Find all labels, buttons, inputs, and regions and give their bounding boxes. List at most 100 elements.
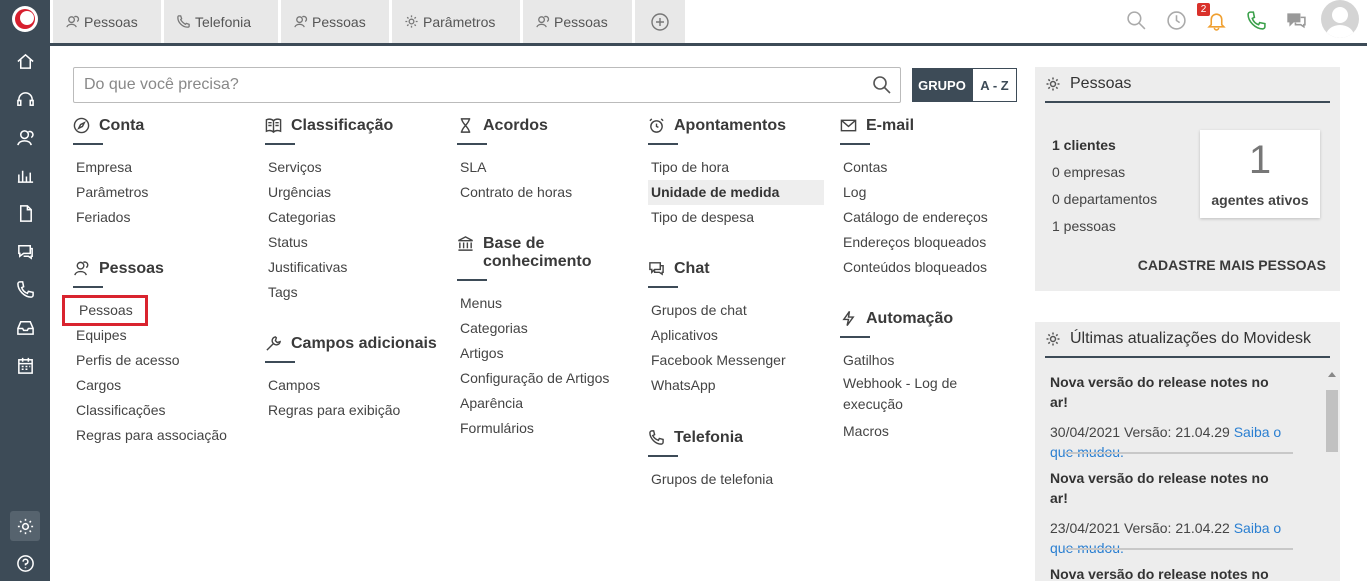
movidesk-logo[interactable]: [12, 6, 38, 32]
link-contas[interactable]: Contas: [840, 155, 988, 180]
link-grupos-de-telefonia[interactable]: Grupos de telefonia: [648, 467, 773, 492]
link-regras-para-exibicao[interactable]: Regras para exibição: [265, 398, 437, 423]
link-parametros[interactable]: Parâmetros: [73, 180, 148, 205]
link-artigos[interactable]: Artigos: [457, 341, 609, 366]
section-title: Campos adicionais: [291, 335, 437, 352]
link-cargos[interactable]: Cargos: [73, 373, 227, 398]
link-regras-para-associacao[interactable]: Regras para associação: [73, 423, 227, 448]
update-link[interactable]: Saiba o: [1234, 424, 1281, 440]
link-webhook-log[interactable]: Webhook - Log de: [840, 373, 957, 394]
update-meta: 30/04/2021 Versão: 21.04.29: [1050, 424, 1234, 440]
tab-pessoas-2[interactable]: Pessoas: [281, 0, 389, 43]
link-classificacoes[interactable]: Classificações: [73, 398, 227, 423]
tab-pessoas-1[interactable]: Pessoas: [53, 0, 161, 43]
register-more-people-link[interactable]: CADASTRE MAIS PESSOAS: [1138, 257, 1326, 273]
search-input[interactable]: [74, 68, 854, 102]
link-tipo-de-hora[interactable]: Tipo de hora: [648, 155, 824, 180]
link-sla[interactable]: SLA: [457, 155, 572, 180]
link-urgencias[interactable]: Urgências: [265, 180, 393, 205]
link-tipo-de-despesa[interactable]: Tipo de despesa: [648, 205, 824, 230]
stat-clientes[interactable]: 1 clientes: [1052, 137, 1116, 153]
link-log[interactable]: Log: [840, 180, 988, 205]
section-title: E-mail: [866, 117, 915, 134]
link-perfis-de-acesso[interactable]: Perfis de acesso: [73, 348, 227, 373]
link-whatsapp[interactable]: WhatsApp: [648, 373, 786, 398]
phone-call-icon[interactable]: [1244, 8, 1268, 32]
inbox-icon[interactable]: [13, 315, 37, 339]
link-formularios[interactable]: Formulários: [457, 416, 609, 441]
help-icon[interactable]: [13, 551, 37, 575]
link-menus[interactable]: Menus: [457, 291, 609, 316]
reports-icon[interactable]: [13, 163, 37, 187]
update-link[interactable]: Saiba o: [1234, 520, 1281, 536]
divider: [1065, 548, 1293, 550]
scrollbar-thumb[interactable]: [1326, 390, 1338, 452]
calendar-icon[interactable]: [13, 353, 37, 377]
update-item: Nova versão do release notes no ar! 23/0…: [1050, 468, 1290, 558]
chat-bubbles-icon[interactable]: [1284, 8, 1308, 32]
user-avatar[interactable]: [1321, 0, 1359, 38]
tab-label: Pessoas: [84, 13, 138, 30]
link-grupos-de-chat[interactable]: Grupos de chat: [648, 298, 786, 323]
link-empresa[interactable]: Empresa: [73, 155, 148, 180]
gear-icon: [1046, 332, 1060, 346]
link-categorias[interactable]: Categorias: [265, 205, 393, 230]
section-base-de-conhecimento: Base de conhecimento Menus Categorias Ar…: [457, 235, 609, 441]
section-title: Acordos: [483, 117, 548, 134]
clock-icon[interactable]: [1164, 8, 1188, 32]
tab-parametros[interactable]: Parâmetros: [392, 0, 520, 43]
section-acordos: Acordos SLA Contrato de horas: [457, 117, 572, 205]
section-chat: Chat Grupos de chat Aplicativos Facebook…: [648, 260, 786, 398]
link-configuracao-de-artigos[interactable]: Configuração de Artigos: [457, 366, 609, 391]
tab-pessoas-3[interactable]: Pessoas: [523, 0, 632, 43]
mail-icon: [840, 119, 857, 132]
update-title: Nova versão do release notes no ar!: [1050, 374, 1269, 410]
link-pessoas[interactable]: Pessoas: [62, 295, 148, 326]
link-conteudos-bloqueados[interactable]: Conteúdos bloqueados: [840, 255, 988, 280]
link-catalogo-de-enderecos[interactable]: Catálogo de endereços: [840, 205, 988, 230]
link-servicos[interactable]: Serviços: [265, 155, 393, 180]
phone-icon[interactable]: [13, 277, 37, 301]
scroll-up-arrow[interactable]: [1328, 372, 1336, 377]
settings-gear-icon[interactable]: [10, 511, 40, 541]
link-gatilhos[interactable]: Gatilhos: [840, 348, 957, 373]
link-enderecos-bloqueados[interactable]: Endereços bloqueados: [840, 230, 988, 255]
search-icon[interactable]: [872, 75, 892, 95]
tab-telefonia[interactable]: Telefonia: [164, 0, 278, 43]
home-icon[interactable]: [13, 49, 37, 73]
link-webhook-log-execucao[interactable]: execução: [840, 394, 957, 419]
add-tab-button[interactable]: [635, 0, 685, 43]
update-meta: 23/04/2021 Versão: 21.04.22: [1050, 520, 1234, 536]
section-telefonia: Telefonia Grupos de telefonia: [648, 429, 773, 492]
link-categorias[interactable]: Categorias: [457, 316, 609, 341]
stat-departamentos[interactable]: 0 departamentos: [1052, 191, 1157, 207]
lightning-icon: [842, 311, 855, 326]
section-conta: Conta Empresa Parâmetros Feriados: [73, 117, 148, 230]
group-view-button[interactable]: GRUPO: [912, 68, 972, 102]
update-title: Nova versão do release notes no ar!: [1050, 566, 1269, 581]
link-facebook-messenger[interactable]: Facebook Messenger: [648, 348, 786, 373]
people-icon[interactable]: [13, 125, 37, 149]
stat-empresas[interactable]: 0 empresas: [1052, 164, 1125, 180]
wrench-icon: [266, 336, 281, 351]
link-unidade-de-medida[interactable]: Unidade de medida: [648, 180, 824, 205]
link-equipes[interactable]: Equipes: [73, 323, 227, 348]
link-macros[interactable]: Macros: [840, 419, 957, 444]
document-icon[interactable]: [13, 201, 37, 225]
link-aparencia[interactable]: Aparência: [457, 391, 609, 416]
chat-icon[interactable]: [13, 239, 37, 263]
link-tags[interactable]: Tags: [265, 280, 393, 305]
link-justificativas[interactable]: Justificativas: [265, 255, 393, 280]
link-feriados[interactable]: Feriados: [73, 205, 148, 230]
search-icon[interactable]: [1124, 8, 1148, 32]
link-aplicativos[interactable]: Aplicativos: [648, 323, 786, 348]
link-campos[interactable]: Campos: [265, 373, 437, 398]
link-status[interactable]: Status: [265, 230, 393, 255]
chat-icon: [649, 262, 664, 276]
alphabetical-view-button[interactable]: A - Z: [972, 68, 1017, 102]
compass-icon: [73, 117, 90, 134]
agents-label: agentes ativos: [1211, 192, 1309, 208]
stat-pessoas[interactable]: 1 pessoas: [1052, 218, 1116, 234]
headset-icon[interactable]: [13, 87, 37, 111]
link-contrato-de-horas[interactable]: Contrato de horas: [457, 180, 572, 205]
